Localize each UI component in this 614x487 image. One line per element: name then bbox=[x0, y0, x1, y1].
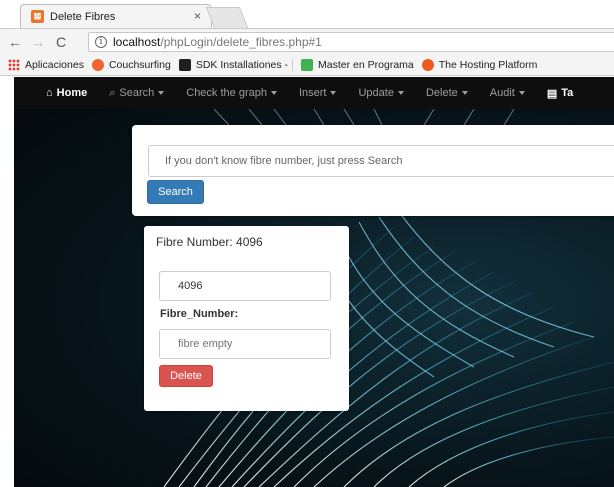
fibre-number-input[interactable] bbox=[159, 329, 331, 359]
bookmark-hosting[interactable]: The Hosting Platform bbox=[421, 58, 538, 71]
nav-update-label: Update bbox=[358, 87, 394, 99]
top-navbar: ⌂ Home ⌕ Search Check the graph Insert U… bbox=[14, 77, 614, 109]
delete-button[interactable]: Delete bbox=[159, 365, 213, 387]
chevron-down-icon bbox=[518, 91, 525, 95]
nav-search-label: Search bbox=[119, 87, 155, 99]
bookmark-label: Couchsurfing bbox=[108, 58, 171, 71]
url-field[interactable]: i localhost/phpLogin/delete_fibres.php#1 bbox=[88, 32, 614, 52]
address-bar: ← → C i localhost/phpLogin/delete_fibres… bbox=[0, 28, 614, 54]
fibre-result-panel: Fibre Number: 4096 Fibre_Number: Delete bbox=[144, 226, 349, 411]
nav-audit[interactable]: Audit bbox=[479, 87, 536, 99]
bookmark-label: Aplicaciones bbox=[25, 58, 84, 71]
chevron-down-icon bbox=[270, 91, 277, 95]
favicon-icon: ⊠ bbox=[31, 10, 44, 23]
hosting-icon bbox=[421, 58, 434, 71]
search-icon: ⌕ bbox=[109, 86, 116, 99]
bookmark-label: The Hosting Platform bbox=[438, 58, 538, 71]
fibre-number-value-field[interactable] bbox=[159, 271, 331, 301]
chevron-down-icon bbox=[461, 91, 468, 95]
nav-update[interactable]: Update bbox=[347, 87, 414, 99]
browser-tab[interactable]: ⊠ Delete Fibres × bbox=[20, 4, 212, 28]
nav-ta-label: Ta bbox=[561, 87, 574, 99]
fibre-search-input[interactable] bbox=[148, 145, 614, 177]
reload-icon[interactable]: C bbox=[53, 34, 69, 50]
url-host: localhost bbox=[113, 35, 161, 49]
page-viewport: ⌂ Home ⌕ Search Check the graph Insert U… bbox=[14, 77, 614, 487]
browser-tab-strip: ⊠ Delete Fibres × bbox=[0, 0, 614, 28]
back-arrow-icon[interactable]: ← bbox=[7, 34, 23, 50]
tab-title: Delete Fibres bbox=[50, 10, 116, 23]
sdk-icon bbox=[178, 58, 191, 71]
home-icon: ⌂ bbox=[46, 87, 53, 99]
nav-insert-label: Insert bbox=[298, 87, 327, 99]
new-tab-button[interactable] bbox=[205, 7, 249, 28]
info-icon[interactable]: i bbox=[95, 36, 107, 48]
nav-ta[interactable]: ▤ Ta bbox=[536, 87, 584, 100]
nav-home-label: Home bbox=[56, 87, 88, 99]
fibre-number-title: Fibre Number: 4096 bbox=[156, 235, 263, 249]
nav-delete-label: Delete bbox=[425, 87, 458, 99]
chevron-down-icon bbox=[158, 91, 165, 95]
bookmark-label: SDK Installationes - bbox=[195, 58, 289, 71]
close-tab-icon[interactable]: × bbox=[194, 9, 201, 23]
chevron-down-icon bbox=[397, 91, 404, 95]
udemy-icon bbox=[301, 58, 314, 71]
nav-delete[interactable]: Delete bbox=[415, 87, 479, 99]
bookmark-master[interactable]: Master en Programa bbox=[301, 58, 414, 71]
bookmark-apps[interactable]: Aplicaciones bbox=[8, 58, 84, 71]
nav-check-graph-label: Check the graph bbox=[186, 87, 267, 99]
bookmarks-bar: Aplicaciones Couchsurfing SDK Installati… bbox=[0, 54, 614, 76]
couchsurfing-icon bbox=[91, 58, 104, 71]
search-button[interactable]: Search bbox=[147, 180, 204, 204]
print-icon: ▤ bbox=[546, 87, 558, 100]
bookmark-divider bbox=[292, 58, 294, 71]
search-panel bbox=[132, 125, 614, 216]
nav-audit-label: Audit bbox=[489, 87, 515, 99]
bookmark-couchsurfing[interactable]: Couchsurfing bbox=[91, 58, 171, 71]
bookmark-sdk[interactable]: SDK Installationes - bbox=[178, 58, 294, 71]
nav-check-graph[interactable]: Check the graph bbox=[175, 87, 288, 99]
nav-search[interactable]: ⌕ Search bbox=[98, 87, 175, 100]
forward-arrow-icon[interactable]: → bbox=[30, 34, 46, 50]
url-path: /phpLogin/delete_fibres.php#1 bbox=[160, 35, 322, 49]
chevron-down-icon bbox=[330, 91, 337, 95]
bookmark-label: Master en Programa bbox=[318, 58, 414, 71]
left-margin bbox=[0, 77, 14, 487]
nav-insert[interactable]: Insert bbox=[288, 87, 348, 99]
apps-grid-icon bbox=[8, 58, 20, 71]
nav-home[interactable]: ⌂ Home bbox=[14, 87, 98, 99]
fibre-number-label: Fibre_Number: bbox=[160, 308, 239, 320]
